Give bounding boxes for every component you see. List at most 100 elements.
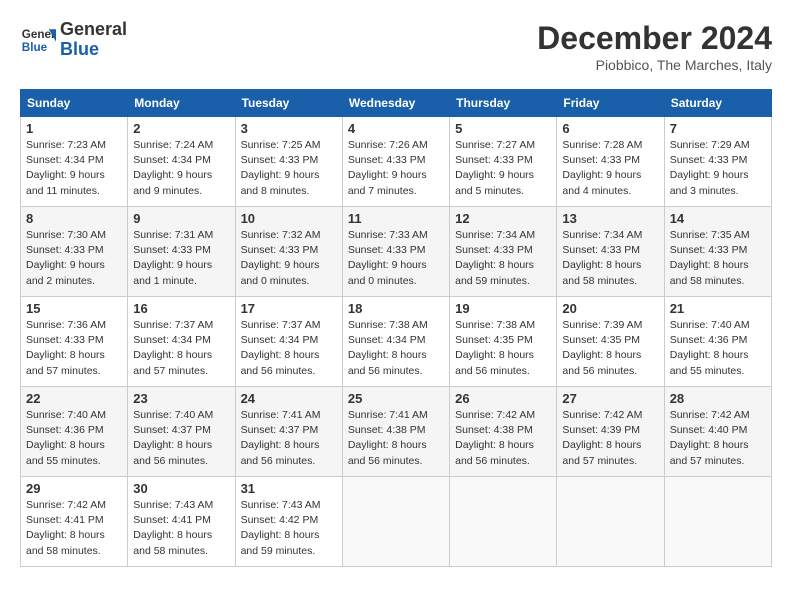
calendar-day-cell: 4 Sunrise: 7:26 AM Sunset: 4:33 PM Daylig… bbox=[342, 117, 449, 207]
title-block: December 2024 Piobbico, The Marches, Ita… bbox=[537, 20, 772, 73]
day-info: Sunrise: 7:26 AM Sunset: 4:33 PM Dayligh… bbox=[348, 138, 444, 199]
day-info: Sunrise: 7:35 AM Sunset: 4:33 PM Dayligh… bbox=[670, 228, 766, 289]
calendar-day-cell: 11 Sunrise: 7:33 AM Sunset: 4:33 PM Dayli… bbox=[342, 207, 449, 297]
day-number: 11 bbox=[348, 211, 444, 226]
day-number: 12 bbox=[455, 211, 551, 226]
day-info: Sunrise: 7:38 AM Sunset: 4:35 PM Dayligh… bbox=[455, 318, 551, 379]
calendar-day-cell: 12 Sunrise: 7:34 AM Sunset: 4:33 PM Dayli… bbox=[450, 207, 557, 297]
day-number: 18 bbox=[348, 301, 444, 316]
day-number: 8 bbox=[26, 211, 122, 226]
day-info: Sunrise: 7:34 AM Sunset: 4:33 PM Dayligh… bbox=[562, 228, 658, 289]
day-info: Sunrise: 7:43 AM Sunset: 4:41 PM Dayligh… bbox=[133, 498, 229, 559]
calendar-day-cell: 23 Sunrise: 7:40 AM Sunset: 4:37 PM Dayli… bbox=[128, 387, 235, 477]
day-number: 23 bbox=[133, 391, 229, 406]
header-tuesday: Tuesday bbox=[235, 90, 342, 117]
day-number: 21 bbox=[670, 301, 766, 316]
calendar-day-cell: 20Sunrise: 7:39 AM Sunset: 4:35 PM Dayli… bbox=[557, 297, 664, 387]
calendar-day-cell: 2 Sunrise: 7:24 AM Sunset: 4:34 PM Daylig… bbox=[128, 117, 235, 207]
day-number: 10 bbox=[241, 211, 337, 226]
day-number: 31 bbox=[241, 481, 337, 496]
day-number: 29 bbox=[26, 481, 122, 496]
calendar-day-cell: 30 Sunrise: 7:43 AM Sunset: 4:41 PM Dayli… bbox=[128, 477, 235, 567]
svg-text:Blue: Blue bbox=[22, 41, 48, 54]
calendar-day-cell: 17 Sunrise: 7:37 AM Sunset: 4:34 PM Dayli… bbox=[235, 297, 342, 387]
day-info: Sunrise: 7:40 AM Sunset: 4:37 PM Dayligh… bbox=[133, 408, 229, 469]
day-info: Sunrise: 7:28 AM Sunset: 4:33 PM Dayligh… bbox=[562, 138, 658, 199]
calendar-week-row: 15 Sunrise: 7:36 AM Sunset: 4:33 PM Dayli… bbox=[21, 297, 772, 387]
header-wednesday: Wednesday bbox=[342, 90, 449, 117]
calendar-day-cell: 21 Sunrise: 7:40 AM Sunset: 4:36 PM Dayli… bbox=[664, 297, 771, 387]
day-info: Sunrise: 7:37 AM Sunset: 4:34 PM Dayligh… bbox=[133, 318, 229, 379]
day-info: Sunrise: 7:34 AM Sunset: 4:33 PM Dayligh… bbox=[455, 228, 551, 289]
empty-cell bbox=[450, 477, 557, 567]
day-number: 24 bbox=[241, 391, 337, 406]
day-number: 13 bbox=[562, 211, 658, 226]
day-info: Sunrise: 7:33 AM Sunset: 4:33 PM Dayligh… bbox=[348, 228, 444, 289]
day-number: 30 bbox=[133, 481, 229, 496]
day-number: 6 bbox=[562, 121, 658, 136]
day-info: Sunrise: 7:27 AM Sunset: 4:33 PM Dayligh… bbox=[455, 138, 551, 199]
day-number: 28 bbox=[670, 391, 766, 406]
logo-text: General Blue bbox=[60, 20, 127, 60]
calendar-day-cell: 25 Sunrise: 7:41 AM Sunset: 4:38 PM Dayli… bbox=[342, 387, 449, 477]
calendar-day-cell: 27Sunrise: 7:42 AM Sunset: 4:39 PM Dayli… bbox=[557, 387, 664, 477]
day-number: 17 bbox=[241, 301, 337, 316]
empty-cell bbox=[664, 477, 771, 567]
header-thursday: Thursday bbox=[450, 90, 557, 117]
day-number: 4 bbox=[348, 121, 444, 136]
day-info: Sunrise: 7:42 AM Sunset: 4:39 PM Dayligh… bbox=[562, 408, 658, 469]
day-info: Sunrise: 7:42 AM Sunset: 4:40 PM Dayligh… bbox=[670, 408, 766, 469]
empty-cell bbox=[342, 477, 449, 567]
day-number: 1 bbox=[26, 121, 122, 136]
location-subtitle: Piobbico, The Marches, Italy bbox=[537, 57, 772, 73]
calendar-day-cell: 1Sunrise: 7:23 AM Sunset: 4:34 PM Daylig… bbox=[21, 117, 128, 207]
day-info: Sunrise: 7:24 AM Sunset: 4:34 PM Dayligh… bbox=[133, 138, 229, 199]
calendar-week-row: 29Sunrise: 7:42 AM Sunset: 4:41 PM Dayli… bbox=[21, 477, 772, 567]
day-number: 16 bbox=[133, 301, 229, 316]
calendar-day-cell: 3Sunrise: 7:25 AM Sunset: 4:33 PM Daylig… bbox=[235, 117, 342, 207]
day-info: Sunrise: 7:37 AM Sunset: 4:34 PM Dayligh… bbox=[241, 318, 337, 379]
calendar-day-cell: 24 Sunrise: 7:41 AM Sunset: 4:37 PM Dayli… bbox=[235, 387, 342, 477]
header-friday: Friday bbox=[557, 90, 664, 117]
day-info: Sunrise: 7:30 AM Sunset: 4:33 PM Dayligh… bbox=[26, 228, 122, 289]
day-number: 3 bbox=[241, 121, 337, 136]
day-info: Sunrise: 7:36 AM Sunset: 4:33 PM Dayligh… bbox=[26, 318, 122, 379]
calendar-day-cell: 29Sunrise: 7:42 AM Sunset: 4:41 PM Dayli… bbox=[21, 477, 128, 567]
day-info: Sunrise: 7:41 AM Sunset: 4:37 PM Dayligh… bbox=[241, 408, 337, 469]
calendar-day-cell: 22Sunrise: 7:40 AM Sunset: 4:36 PM Dayli… bbox=[21, 387, 128, 477]
day-info: Sunrise: 7:40 AM Sunset: 4:36 PM Dayligh… bbox=[670, 318, 766, 379]
day-info: Sunrise: 7:39 AM Sunset: 4:35 PM Dayligh… bbox=[562, 318, 658, 379]
day-number: 2 bbox=[133, 121, 229, 136]
calendar-day-cell: 19 Sunrise: 7:38 AM Sunset: 4:35 PM Dayli… bbox=[450, 297, 557, 387]
calendar-day-cell: 9Sunrise: 7:31 AM Sunset: 4:33 PM Daylig… bbox=[128, 207, 235, 297]
day-info: Sunrise: 7:31 AM Sunset: 4:33 PM Dayligh… bbox=[133, 228, 229, 289]
day-info: Sunrise: 7:38 AM Sunset: 4:34 PM Dayligh… bbox=[348, 318, 444, 379]
calendar-day-cell: 8 Sunrise: 7:30 AM Sunset: 4:33 PM Daylig… bbox=[21, 207, 128, 297]
day-number: 15 bbox=[26, 301, 122, 316]
calendar-day-cell: 18 Sunrise: 7:38 AM Sunset: 4:34 PM Dayli… bbox=[342, 297, 449, 387]
calendar-header-row: SundayMondayTuesdayWednesdayThursdayFrid… bbox=[21, 90, 772, 117]
logo-icon: General Blue bbox=[20, 22, 56, 58]
day-info: Sunrise: 7:29 AM Sunset: 4:33 PM Dayligh… bbox=[670, 138, 766, 199]
day-number: 25 bbox=[348, 391, 444, 406]
logo: General Blue General Blue bbox=[20, 20, 127, 60]
day-number: 14 bbox=[670, 211, 766, 226]
month-title: December 2024 bbox=[537, 20, 772, 57]
header-monday: Monday bbox=[128, 90, 235, 117]
calendar-day-cell: 16 Sunrise: 7:37 AM Sunset: 4:34 PM Dayli… bbox=[128, 297, 235, 387]
page-header: General Blue General Blue December 2024 … bbox=[20, 20, 772, 73]
day-number: 19 bbox=[455, 301, 551, 316]
day-info: Sunrise: 7:41 AM Sunset: 4:38 PM Dayligh… bbox=[348, 408, 444, 469]
calendar-week-row: 22Sunrise: 7:40 AM Sunset: 4:36 PM Dayli… bbox=[21, 387, 772, 477]
calendar-day-cell: 26 Sunrise: 7:42 AM Sunset: 4:38 PM Dayli… bbox=[450, 387, 557, 477]
calendar-day-cell: 14 Sunrise: 7:35 AM Sunset: 4:33 PM Dayli… bbox=[664, 207, 771, 297]
calendar-table: SundayMondayTuesdayWednesdayThursdayFrid… bbox=[20, 89, 772, 567]
day-number: 22 bbox=[26, 391, 122, 406]
empty-cell bbox=[557, 477, 664, 567]
day-number: 7 bbox=[670, 121, 766, 136]
day-number: 26 bbox=[455, 391, 551, 406]
calendar-day-cell: 7 Sunrise: 7:29 AM Sunset: 4:33 PM Daylig… bbox=[664, 117, 771, 207]
day-info: Sunrise: 7:42 AM Sunset: 4:38 PM Dayligh… bbox=[455, 408, 551, 469]
calendar-day-cell: 10Sunrise: 7:32 AM Sunset: 4:33 PM Dayli… bbox=[235, 207, 342, 297]
calendar-week-row: 8 Sunrise: 7:30 AM Sunset: 4:33 PM Daylig… bbox=[21, 207, 772, 297]
